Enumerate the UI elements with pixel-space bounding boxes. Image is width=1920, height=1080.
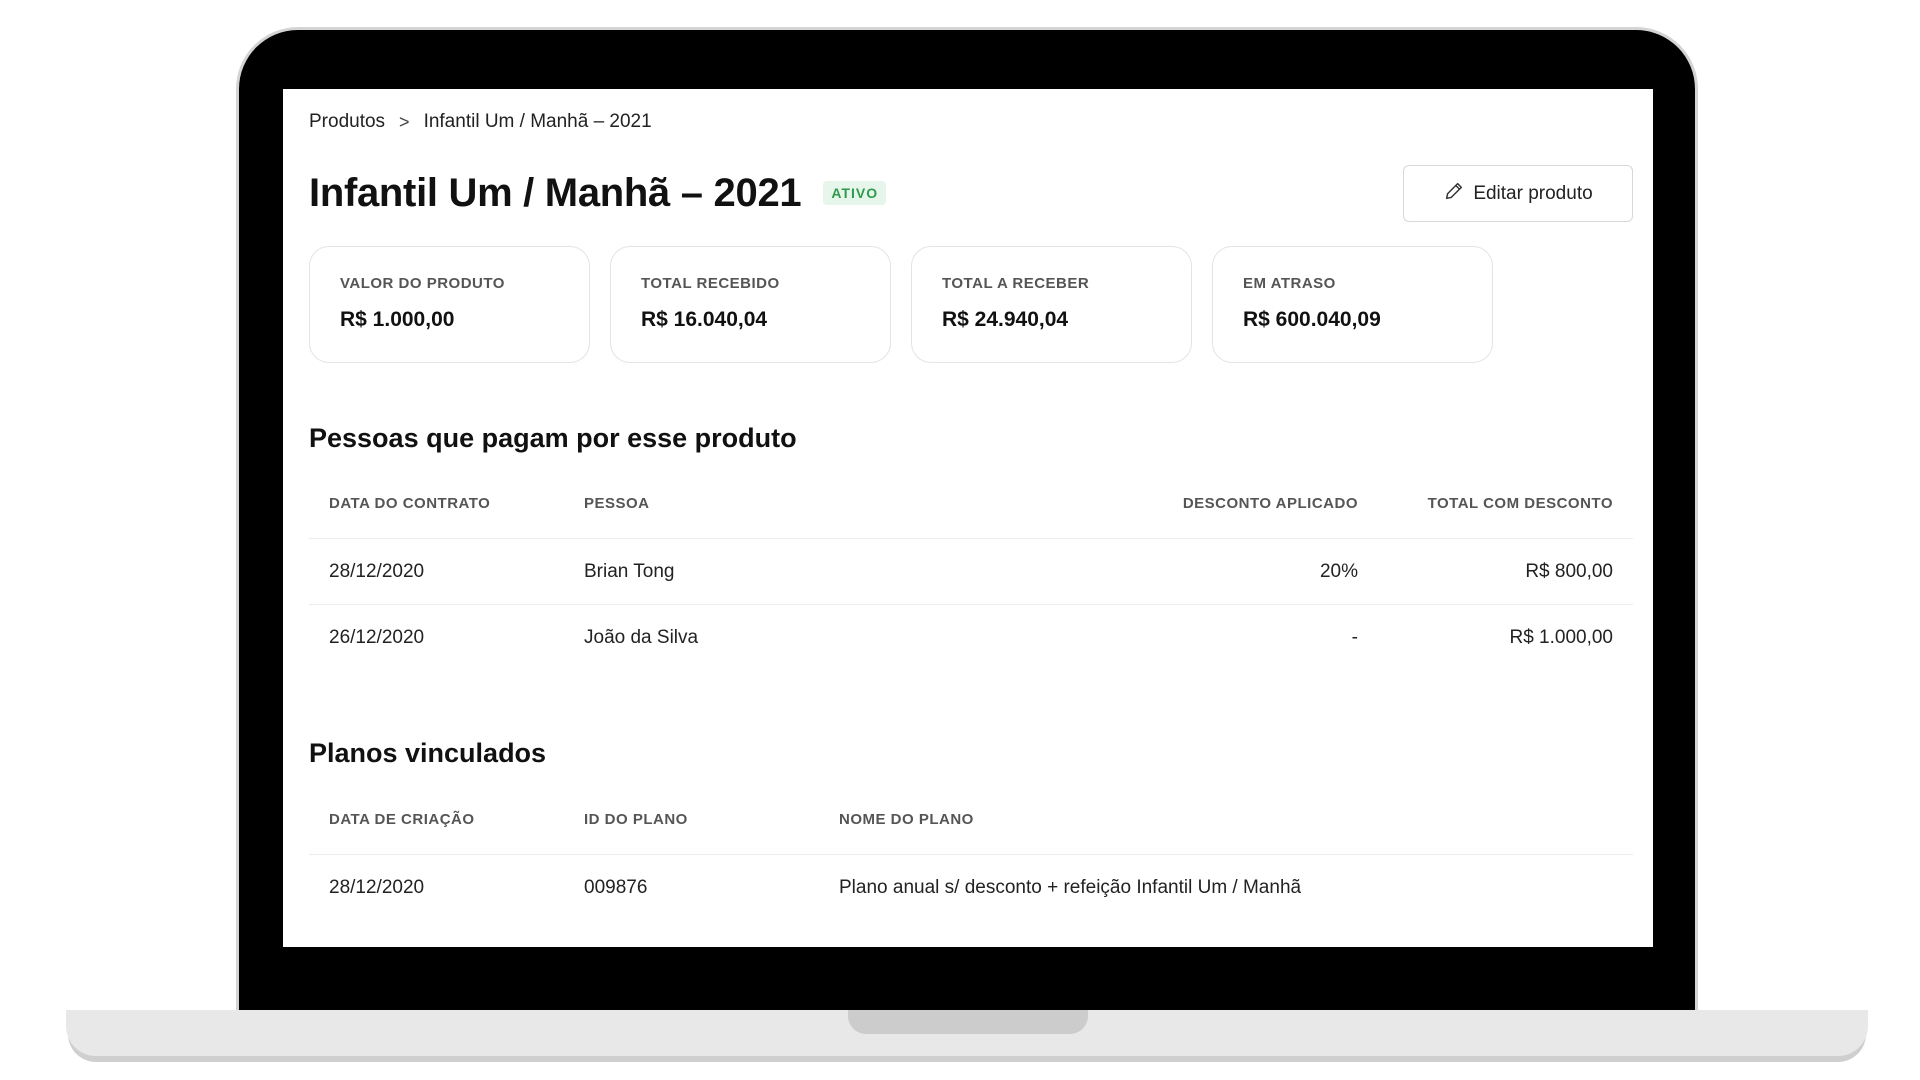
card-value: R$ 1.000,00 (340, 308, 455, 331)
edit-product-button[interactable]: Editar produto (1403, 165, 1633, 222)
column-header[interactable]: ID DO PLANO (564, 811, 819, 828)
card-value: R$ 24.940,04 (942, 308, 1069, 331)
column-header[interactable]: DATA DE CRIAÇÃO (309, 811, 564, 828)
plan-id: 009876 (584, 877, 648, 898)
title-row: Infantil Um / Manhã – 2021 ATIVO Editar … (309, 165, 1633, 222)
payers-section-title: Pessoas que pagam por esse produto (309, 423, 797, 453)
laptop-notch (848, 1010, 1088, 1034)
table-row[interactable]: 28/12/2020 009876 Plano anual s/ descont… (309, 855, 1633, 921)
total-with-discount: R$ 800,00 (1525, 560, 1613, 582)
column-header[interactable]: PESSOA (564, 495, 994, 512)
breadcrumb-item-current: Infantil Um / Manhã – 2021 (423, 111, 652, 132)
column-header[interactable]: DATA DO CONTRATO (309, 495, 564, 512)
card-label: TOTAL RECEBIDO (641, 275, 780, 292)
table-row[interactable]: 28/12/2020 Brian Tong 20% R$ 800,00 (309, 539, 1633, 605)
card-total-recebido: TOTAL RECEBIDO R$ 16.040,04 (610, 246, 891, 363)
discount-applied: - (1351, 627, 1358, 648)
plans-table: DATA DE CRIAÇÃO ID DO PLANO NOME DO PLAN… (309, 785, 1633, 921)
table-header: DATA DE CRIAÇÃO ID DO PLANO NOME DO PLAN… (309, 785, 1633, 855)
card-total-a-receber: TOTAL A RECEBER R$ 24.940,04 (911, 246, 1192, 363)
contract-date: 26/12/2020 (329, 627, 425, 648)
summary-cards: VALOR DO PRODUTO R$ 1.000,00 TOTAL RECEB… (309, 246, 1493, 363)
contract-date: 28/12/2020 (329, 560, 425, 582)
person-name: Brian Tong (584, 560, 675, 582)
card-label: VALOR DO PRODUTO (340, 275, 505, 292)
person-name: João da Silva (584, 627, 699, 648)
table-header: DATA DO CONTRATO PESSOA DESCONTO APLICAD… (309, 469, 1633, 539)
discount-applied: 20% (1319, 560, 1358, 582)
breadcrumb: Produtos > Infantil Um / Manhã – 2021 (309, 111, 652, 133)
total-with-discount: R$ 1.000,00 (1509, 627, 1613, 648)
column-header[interactable]: TOTAL COM DESCONTO (1378, 495, 1633, 512)
table-row[interactable]: 26/12/2020 João da Silva - R$ 1.000,00 (309, 605, 1633, 671)
card-value: R$ 600.040,09 (1243, 308, 1381, 331)
card-value: R$ 16.040,04 (641, 308, 768, 331)
plan-name: Plano anual s/ desconto + refeição Infan… (839, 877, 1302, 898)
breadcrumb-item-produtos[interactable]: Produtos (309, 111, 385, 133)
card-em-atraso: EM ATRASO R$ 600.040,09 (1212, 246, 1493, 363)
status-badge: ATIVO (823, 181, 887, 205)
card-valor-produto: VALOR DO PRODUTO R$ 1.000,00 (309, 246, 590, 363)
column-header[interactable]: DESCONTO APLICADO (994, 495, 1378, 512)
column-header[interactable]: NOME DO PLANO (819, 811, 1633, 828)
page-title: Infantil Um / Manhã – 2021 (309, 170, 802, 215)
chevron-right-icon: > (399, 111, 410, 132)
edit-product-label: Editar produto (1473, 182, 1593, 204)
app-screen: Produtos > Infantil Um / Manhã – 2021 In… (283, 89, 1653, 947)
plans-section-title: Planos vinculados (309, 738, 547, 768)
payers-table: DATA DO CONTRATO PESSOA DESCONTO APLICAD… (309, 469, 1633, 671)
card-label: EM ATRASO (1243, 275, 1336, 292)
pencil-icon (1443, 180, 1465, 208)
card-label: TOTAL A RECEBER (942, 275, 1090, 292)
creation-date: 28/12/2020 (329, 877, 425, 898)
